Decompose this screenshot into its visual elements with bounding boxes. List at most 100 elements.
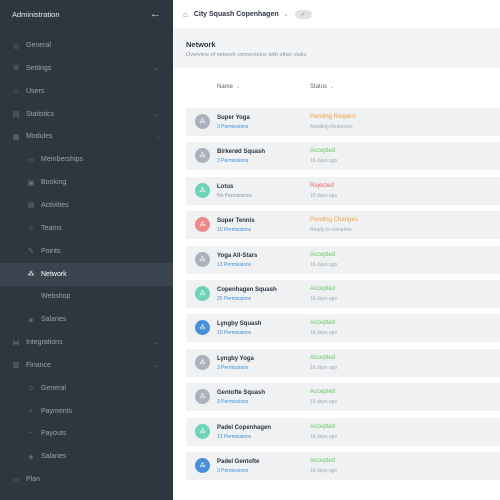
status-detail: 16 days ago <box>310 330 338 337</box>
permissions-link[interactable]: 3 Permissions <box>217 468 248 474</box>
status-text: Pending Request <box>310 114 357 120</box>
arrow-left-icon[interactable]: ← <box>150 8 161 20</box>
sidebar-item-general[interactable]: ◇ General <box>0 377 173 400</box>
sidebar-item-booking[interactable]: ▣ Booking <box>0 171 173 194</box>
table-row[interactable]: ⁂ Super Yoga 3 Permissions Pending Request A… <box>186 108 500 136</box>
club-avatar: ⁂ <box>195 286 210 301</box>
club-name: Birkerød Squash <box>217 149 266 156</box>
network-icon: ⁂ <box>27 271 35 278</box>
club-name: Copenhagen Squash <box>217 287 277 293</box>
sidebar-item-statistics[interactable]: ▤ Statistics ⌄ <box>0 103 173 126</box>
sidebar-item-label: Memberships <box>41 156 84 164</box>
chevron-down-icon: ⌄ <box>153 340 159 347</box>
permissions-link[interactable]: 13 Permissions <box>217 262 251 268</box>
club-avatar: ⁂ <box>195 458 210 473</box>
group-icon: ⁂ <box>199 325 206 332</box>
sidebar-item-general[interactable]: ◎ General <box>0 34 173 57</box>
sidebar-item-integrations[interactable]: ⋈ Integrations ⌄ <box>0 331 173 354</box>
sidebar-item-payments[interactable]: + Payments <box>0 400 173 423</box>
sidebar-item-teams[interactable]: ☺ Teams <box>0 217 173 240</box>
chevron-down-icon[interactable]: ⌄ <box>284 11 289 18</box>
club-selector[interactable]: City Squash Copenhagen <box>194 11 279 18</box>
sidebar-item-label: Plan <box>26 476 41 484</box>
chevron-down-icon: ⌄ <box>153 362 159 369</box>
permissions-link[interactable]: 10 Permissions <box>217 227 251 233</box>
permissions-link[interactable]: 3 Permissions <box>217 399 248 405</box>
sidebar-item-points[interactable]: ✎ Points <box>0 240 173 263</box>
column-header-name[interactable]: Name ⌄ <box>217 84 240 90</box>
club-avatar: ⁂ <box>195 251 210 267</box>
home-icon[interactable]: ⌂ <box>183 10 188 19</box>
sidebar-item-label: Salaries <box>41 453 67 461</box>
permissions-link[interactable]: 3 Permissions <box>217 365 248 371</box>
status-text: Accepted <box>310 251 336 258</box>
sidebar-item-memberships[interactable]: ▭ Memberships <box>0 148 173 171</box>
sidebar-item-activities[interactable]: ▤ Activities <box>0 194 173 217</box>
sidebar-item-network[interactable]: ⁂ Network <box>0 262 173 286</box>
permissions-link[interactable]: 10 Permissions <box>217 330 251 336</box>
table-row[interactable]: ⁂ Birkerød Squash 3 Permissions Accepted 16 … <box>186 142 500 171</box>
sidebar-item-label: Points <box>41 247 61 255</box>
sidebar-item-payouts[interactable]: − Payouts <box>0 422 173 445</box>
table-row[interactable]: ⁂ Lyngby Squash 10 Permissions Accepted 16 d… <box>186 314 500 343</box>
webshop-icon: ◌ <box>28 293 34 301</box>
sidebar-item-users[interactable]: ☺ Users <box>0 80 173 103</box>
sidebar-item-salaries[interactable]: ◈ Salaries <box>0 445 173 468</box>
sidebar-item-settings[interactable]: ⚙ Settings ⌄ <box>0 57 173 80</box>
salaries-icon: ◈ <box>28 316 34 324</box>
permissions-link[interactable]: 25 Permissions <box>217 296 251 302</box>
club-name: Padel Copenhagen <box>217 424 272 431</box>
modules-icon: ▦ <box>12 133 20 141</box>
chevron-down-icon: ⌄ <box>153 111 159 118</box>
sidebar-item-label: Modules <box>26 133 53 141</box>
club-name: Super Tennis <box>217 218 255 225</box>
sidebar-item-plan[interactable]: ▭ Plan <box>0 468 173 491</box>
group-icon: ⁂ <box>199 153 206 160</box>
status-text: Accepted <box>310 148 336 155</box>
group-icon: ⁂ <box>199 463 206 469</box>
sidebar-item-label: Salaries <box>41 316 67 324</box>
sidebar-item-salaries[interactable]: ◈ Salaries <box>0 308 173 331</box>
club-name: Lotus <box>217 183 234 190</box>
status-detail: 16 days ago <box>310 296 338 302</box>
status-detail: 16 days ago <box>310 399 338 406</box>
page-title: Network <box>186 40 216 49</box>
page-header: Network Overview of network connections … <box>173 28 500 68</box>
status-detail: Ready to complete <box>310 227 352 234</box>
sidebar-item-finance[interactable]: ▥ Finance ⌄ <box>0 354 173 377</box>
plan-icon: ▭ <box>12 476 20 484</box>
status-detail: 16 days ago <box>310 468 338 474</box>
group-icon: ⁂ <box>199 256 206 263</box>
table-row[interactable]: ⁂ Lyngby Yoga 3 Permissions Accepted 16 days… <box>186 348 500 377</box>
permissions-link[interactable]: 3 Permissions <box>217 158 248 164</box>
sidebar-item-label: Activities <box>41 201 69 209</box>
table-row[interactable]: ⁂ Padel Copenhagen 13 Permissions Accepted 1… <box>186 417 500 446</box>
table-row[interactable]: ⁂ Padel Gentofte 3 Permissions Accepted 16 d… <box>186 452 500 480</box>
finance-salaries-icon: ◈ <box>28 453 34 461</box>
sidebar-item-label: Settings <box>26 64 52 72</box>
chevron-right-icon: › <box>157 133 159 140</box>
sidebar-item-modules[interactable]: ▦ Modules › <box>0 125 173 148</box>
column-header-status[interactable]: Status ⌄ <box>310 84 334 90</box>
status-detail: 16 days ago <box>310 364 338 371</box>
status-text: Accepted <box>310 286 336 292</box>
permissions-link[interactable]: 3 Permissions <box>217 124 248 130</box>
page-subtitle: Overview of network connections with oth… <box>186 52 307 58</box>
permissions-link[interactable]: 13 Permissions <box>217 434 251 440</box>
sidebar-item-webshop[interactable]: ◌ Webshop <box>0 285 173 308</box>
status-text: Accepted <box>310 423 336 430</box>
table-row[interactable]: ⁂ Copenhagen Squash 25 Permissions Accepted… <box>186 280 500 308</box>
points-icon: ✎ <box>28 248 34 256</box>
table-row[interactable]: ⁂ Gentofte Squash 3 Permissions Accepted 16 … <box>186 383 500 412</box>
integrations-icon: ⋈ <box>12 339 20 347</box>
column-status-label: Status <box>310 84 328 90</box>
table-row[interactable]: ⁂ Yoga All-Stars 13 Permissions Accepted 16 … <box>186 245 500 274</box>
sidebar-item-label: Teams <box>41 224 62 232</box>
check-toggle[interactable]: ✓ <box>294 9 312 19</box>
status-detail: 16 days ago <box>310 433 338 440</box>
table-row[interactable]: ⁂ Lotus No Permissions Rejected 16 days ago <box>186 176 500 205</box>
sidebar-item-label: Finance <box>26 361 51 369</box>
club-name: Super Yoga <box>217 115 250 121</box>
sidebar-item-label: Statistics <box>26 110 55 118</box>
table-row[interactable]: ⁂ Super Tennis 10 Permissions Pending Chang… <box>186 211 500 240</box>
